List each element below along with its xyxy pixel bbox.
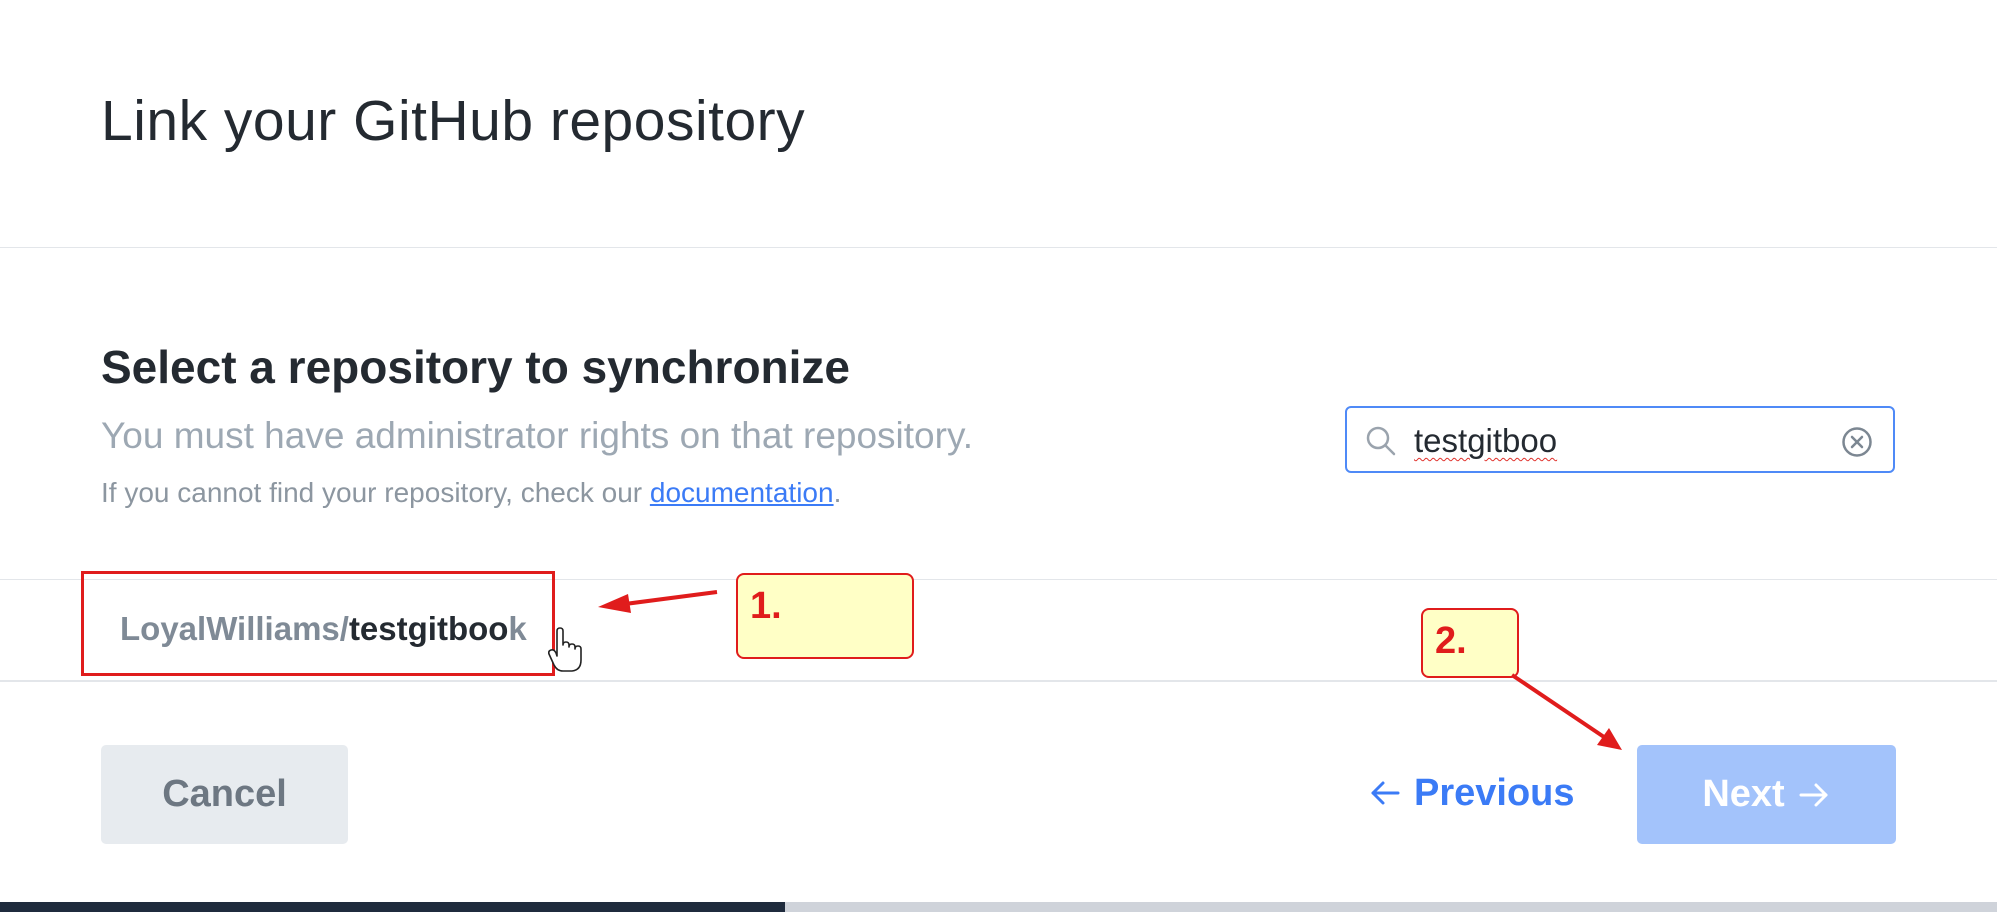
link-repo-modal: Link your GitHub repository Select a rep… <box>0 0 1997 902</box>
section-subtitle: You must have administrator rights on th… <box>101 415 973 456</box>
header-divider <box>0 247 1997 248</box>
annotation-step-2: 2. <box>1435 620 1467 662</box>
arrow-right-icon <box>1799 783 1828 806</box>
annotation-highlight-box <box>81 571 555 676</box>
background-strip-dark <box>0 902 785 912</box>
results-bottom-divider <box>0 680 1997 682</box>
next-label: Next <box>1702 773 1785 815</box>
documentation-link[interactable]: documentation <box>650 477 834 508</box>
help-suffix: . <box>833 477 842 508</box>
modal-title: Link your GitHub repository <box>101 89 806 153</box>
annotation-callout-1: 1. <box>736 573 914 659</box>
search-icon <box>1366 426 1396 456</box>
background-strip <box>0 902 1997 912</box>
cancel-button[interactable]: Cancel <box>101 745 348 844</box>
arrow-left-icon <box>1371 781 1400 805</box>
help-text: If you cannot find your repository, chec… <box>101 477 841 509</box>
help-prefix: If you cannot find your repository, chec… <box>101 477 650 508</box>
annotation-callout-2: 2. <box>1421 608 1519 678</box>
section-title: Select a repository to synchronize <box>101 341 851 393</box>
annotation-step-1: 1. <box>750 585 782 627</box>
previous-button[interactable]: Previous <box>1368 768 1575 818</box>
hand-cursor-icon <box>548 627 582 672</box>
clear-circle-icon[interactable] <box>1841 426 1873 458</box>
previous-label: Previous <box>1414 771 1575 814</box>
repository-search-input[interactable]: testgitboo <box>1345 406 1895 473</box>
next-button[interactable]: Next <box>1637 745 1896 844</box>
search-value[interactable]: testgitboo <box>1414 422 1557 460</box>
